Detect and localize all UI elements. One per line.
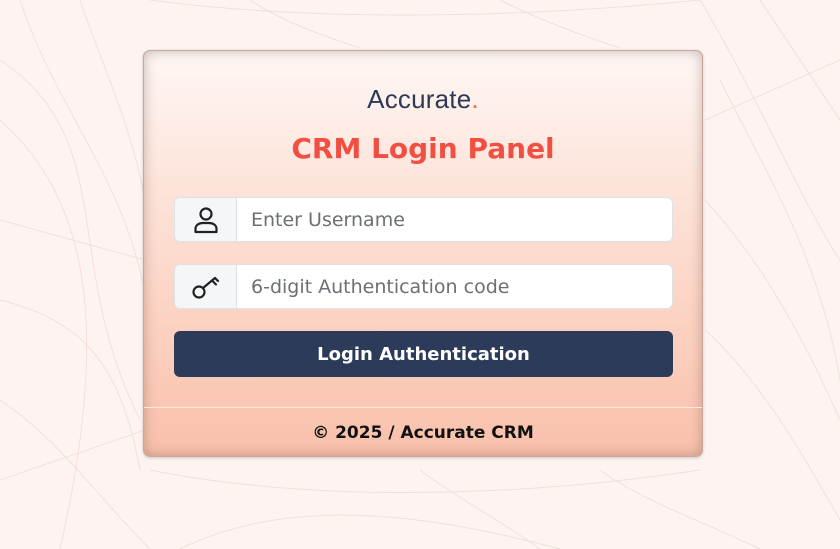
footer-copyright: © 2025 / Accurate CRM: [312, 423, 534, 443]
brand-logo: Accurate.: [144, 84, 702, 115]
footer-divider: [144, 407, 702, 408]
login-button[interactable]: Login Authentication: [174, 331, 673, 377]
username-group: [174, 197, 673, 242]
user-icon: [175, 198, 237, 241]
auth-code-input[interactable]: [237, 265, 672, 308]
logo-dot: .: [471, 84, 479, 114]
logo-text: Accurate: [367, 84, 472, 114]
auth-code-group: [174, 264, 673, 309]
key-icon: [175, 265, 237, 308]
panel-title: CRM Login Panel: [291, 132, 555, 165]
login-panel: Accurate. CRM Login Panel Login Authenti…: [143, 50, 703, 457]
username-input[interactable]: [237, 198, 672, 241]
